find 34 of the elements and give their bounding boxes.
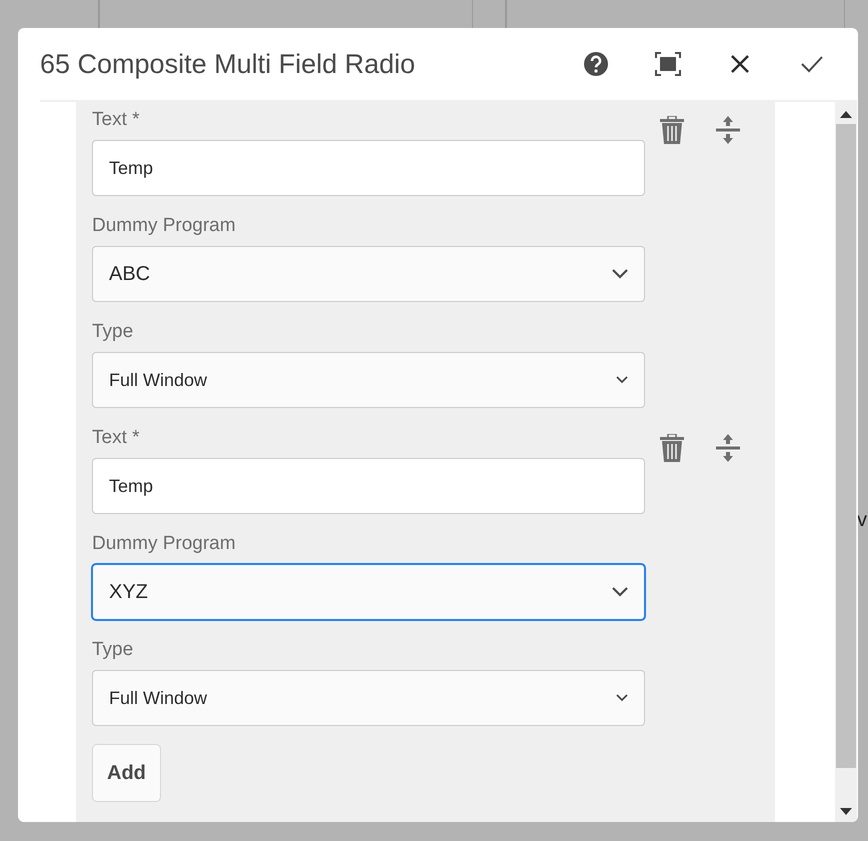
field-label: Text * [92, 108, 140, 132]
field-label: Dummy Program [92, 532, 236, 556]
reorder-button[interactable] [716, 116, 740, 144]
reorder-button[interactable] [716, 434, 740, 462]
program-dropdown[interactable]: ABC [92, 246, 645, 302]
reorder-icon [716, 434, 740, 462]
delete-button[interactable] [660, 434, 684, 462]
chevron-down-icon [616, 376, 628, 384]
scroll-up-icon [840, 110, 852, 118]
chevron-down-icon [616, 694, 628, 702]
text-field[interactable]: Temp [92, 458, 645, 514]
field-label: Dummy Program [92, 214, 236, 238]
field-label: Type [92, 638, 134, 662]
program-dropdown[interactable]: XYZ [92, 564, 645, 620]
scroll-down-icon [840, 808, 852, 816]
chevron-down-icon [612, 587, 628, 597]
trash-icon [660, 116, 684, 144]
field-label: Type [92, 320, 134, 344]
close-icon [730, 54, 750, 74]
chevron-down-icon [612, 269, 628, 279]
add-button[interactable]: Add [92, 744, 161, 802]
background-text: v [857, 508, 867, 533]
trash-icon [660, 434, 684, 462]
scrollbar[interactable] [835, 100, 857, 822]
field-label: Text * [92, 426, 140, 450]
delete-button[interactable] [660, 116, 684, 144]
text-field[interactable]: Temp [92, 140, 645, 196]
help-icon [583, 51, 609, 77]
type-dropdown[interactable]: Full Window [92, 352, 645, 408]
dialog-title: 65 Composite Multi Field Radio [40, 48, 416, 80]
fullscreen-icon [655, 52, 681, 76]
type-dropdown[interactable]: Full Window [92, 670, 645, 726]
check-icon [801, 55, 823, 73]
reorder-icon [716, 116, 740, 144]
